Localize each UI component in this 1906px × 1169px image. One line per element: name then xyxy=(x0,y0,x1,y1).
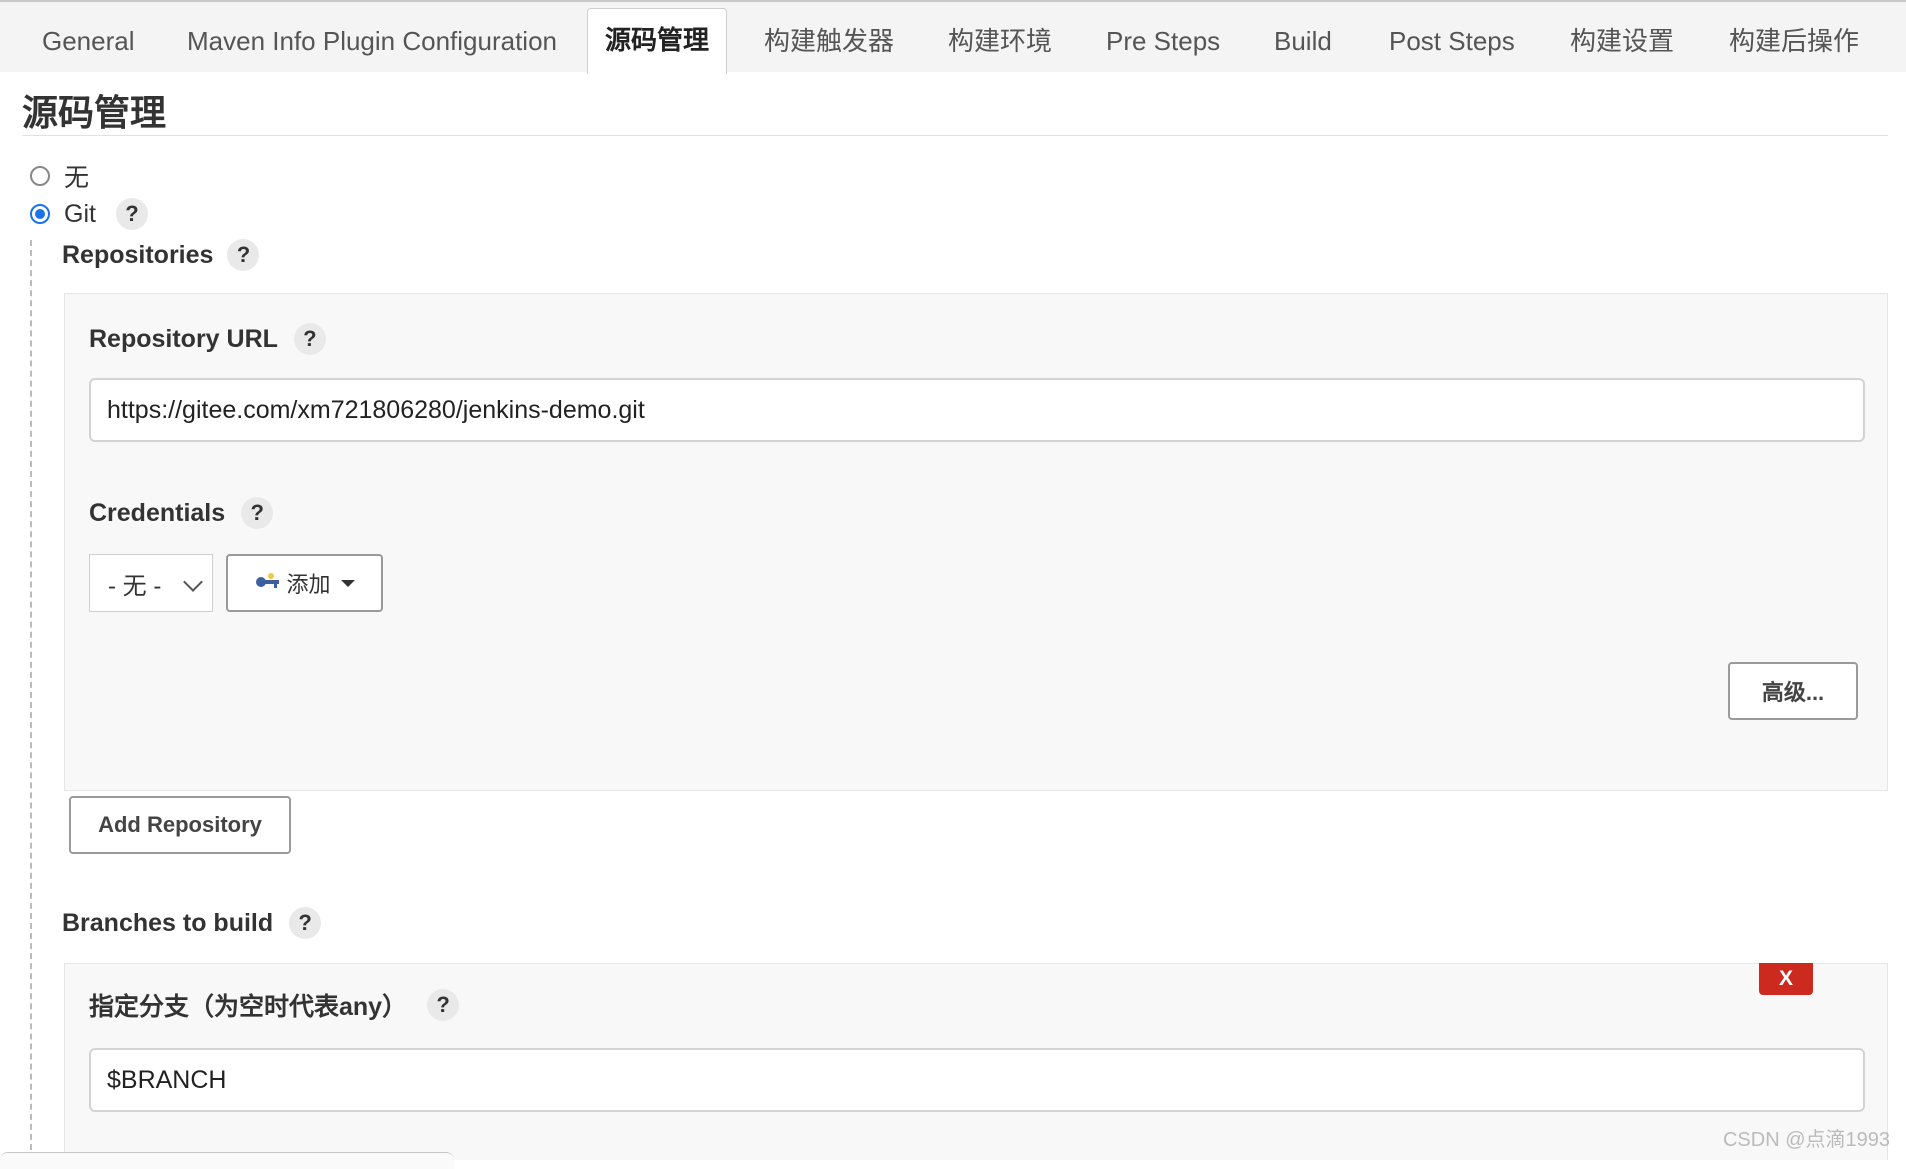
credentials-label-row: Credentials ? xyxy=(89,496,274,530)
tab-build[interactable]: Build xyxy=(1274,10,1332,73)
tab-build-triggers[interactable]: 构建触发器 xyxy=(764,10,894,73)
repositories-label: Repositories xyxy=(62,240,214,269)
help-icon[interactable]: ? xyxy=(289,907,322,939)
tab-pre-steps[interactable]: Pre Steps xyxy=(1106,10,1220,73)
help-icon[interactable]: ? xyxy=(241,497,274,529)
add-credentials-label: 添加 xyxy=(286,572,331,597)
repositories-label-row: Repositories ? xyxy=(62,238,260,272)
indent-rail xyxy=(30,240,32,1160)
branches-label: Branches to build xyxy=(62,908,274,937)
delete-branch-button[interactable]: X xyxy=(1759,963,1813,995)
scm-option-none[interactable]: 无 xyxy=(30,160,89,192)
tab-scm[interactable]: 源码管理 xyxy=(587,8,727,74)
repository-url-label-row: Repository URL ? xyxy=(89,322,326,356)
radio-git[interactable] xyxy=(30,204,50,224)
help-icon[interactable]: ? xyxy=(427,989,460,1021)
tab-build-settings[interactable]: 构建设置 xyxy=(1570,10,1674,73)
branch-spec-panel: 指定分支（为空时代表any） ? xyxy=(64,963,1888,1160)
tab-general[interactable]: General xyxy=(42,10,135,73)
tab-maven-info[interactable]: Maven Info Plugin Configuration xyxy=(187,10,557,73)
help-icon[interactable]: ? xyxy=(293,323,326,355)
scrollbar[interactable] xyxy=(0,1152,454,1169)
branches-label-row: Branches to build ? xyxy=(62,906,322,940)
radio-none[interactable] xyxy=(30,166,50,186)
help-icon[interactable]: ? xyxy=(115,198,148,230)
credentials-label: Credentials xyxy=(89,498,226,527)
scm-option-git[interactable]: Git ? xyxy=(30,198,148,230)
chevron-down-icon xyxy=(183,572,203,592)
add-repository-button[interactable]: Add Repository xyxy=(69,796,291,854)
branch-spec-input[interactable] xyxy=(89,1048,1865,1112)
help-icon[interactable]: ? xyxy=(227,239,260,271)
config-tab-bar: General Maven Info Plugin Configuration … xyxy=(0,0,1906,74)
add-credentials-button[interactable]: 添加 xyxy=(226,554,383,612)
section-title: 源码管理 xyxy=(22,93,167,134)
advanced-button[interactable]: 高级... xyxy=(1728,662,1858,720)
repository-url-input[interactable] xyxy=(89,378,1865,442)
tab-post-build[interactable]: 构建后操作 xyxy=(1729,10,1859,73)
tab-build-env[interactable]: 构建环境 xyxy=(948,10,1052,73)
watermark: CSDN @点滴1993 xyxy=(1722,1129,1890,1151)
key-icon xyxy=(254,570,284,596)
credentials-selected: - 无 - xyxy=(108,572,162,600)
repository-panel: Repository URL ? Credentials ? - 无 - 添加 … xyxy=(64,293,1888,791)
repository-url-label: Repository URL xyxy=(89,324,278,353)
branch-spec-label-row: 指定分支（为空时代表any） ? xyxy=(89,988,460,1022)
scm-option-none-label: 无 xyxy=(64,164,90,192)
credentials-select[interactable]: - 无 - xyxy=(89,554,213,612)
scm-option-git-label: Git xyxy=(64,199,96,228)
divider xyxy=(22,135,1888,136)
branch-spec-label: 指定分支（为空时代表any） xyxy=(89,993,408,1021)
caret-down-icon xyxy=(340,579,355,587)
tab-post-steps[interactable]: Post Steps xyxy=(1389,10,1515,73)
